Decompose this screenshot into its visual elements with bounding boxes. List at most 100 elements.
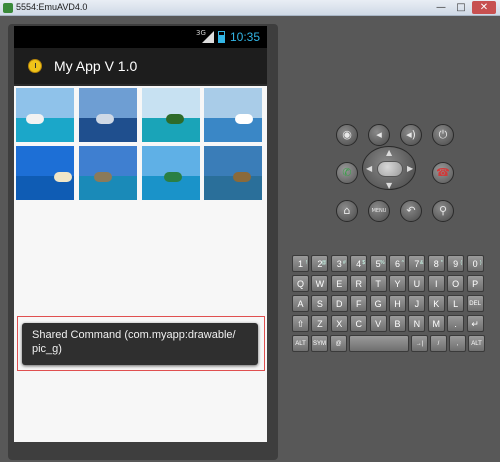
thumbnail-detail xyxy=(166,114,184,124)
power-icon[interactable]: ⏻ xyxy=(432,124,454,146)
menu-icon[interactable]: MENU xyxy=(368,200,390,222)
key-y[interactable]: Y xyxy=(389,275,406,292)
key-alt-symbol: ) xyxy=(479,260,482,266)
battery-icon xyxy=(218,31,225,43)
key-f[interactable]: F xyxy=(350,295,368,312)
dpad-down-icon[interactable]: ▼ xyxy=(386,181,392,190)
maximize-button[interactable]: □ xyxy=(452,1,470,14)
dpad[interactable]: ▲ ▼ ◀ ▶ xyxy=(362,146,416,190)
emulator-window: 5554:EmuAVD4.0 — □ ✕ 3G 10:35 My App V 1… xyxy=(0,0,500,462)
key-2[interactable]: 2 @ xyxy=(311,255,329,272)
key-x[interactable]: @ xyxy=(330,335,347,352)
end-call-icon[interactable]: ☎ xyxy=(432,162,454,184)
key-0[interactable]: 0) xyxy=(466,255,484,272)
window-title: 5554:EmuAVD4.0 xyxy=(16,2,88,12)
signal-icon xyxy=(202,31,214,43)
dpad-center-button[interactable] xyxy=(377,161,403,177)
key-alt-symbol: % xyxy=(380,260,385,266)
key-t[interactable]: T xyxy=(369,275,387,292)
back-icon[interactable]: ↶ xyxy=(400,200,422,222)
key-alt[interactable]: ALT xyxy=(468,335,485,352)
gallery-thumbnail-pic_c[interactable] xyxy=(142,88,200,142)
key-m[interactable]: M xyxy=(427,315,445,332)
action-bar: My App V 1.0 xyxy=(14,48,267,86)
key-7[interactable]: 7 & xyxy=(408,255,426,272)
volume-up-icon[interactable]: ◂) xyxy=(400,124,422,146)
key-x[interactable]: ↵ xyxy=(466,315,484,332)
title-bar: 5554:EmuAVD4.0 — □ ✕ xyxy=(0,0,500,16)
gallery-thumbnail-pic_d[interactable] xyxy=(204,88,262,142)
toast-text: Shared Command (com.myapp:drawable/ pic_… xyxy=(32,329,236,355)
key-sym[interactable]: SYM xyxy=(311,335,328,352)
call-icon[interactable]: ✆ xyxy=(336,162,358,184)
key-u[interactable]: U xyxy=(408,275,426,292)
key-alt[interactable]: ALT xyxy=(292,335,309,352)
key-alt-symbol: # xyxy=(343,260,346,266)
gallery-thumbnail-pic_b[interactable] xyxy=(79,88,137,142)
key-b[interactable]: B xyxy=(389,315,406,332)
dpad-right-icon[interactable]: ▶ xyxy=(407,164,413,173)
key-c[interactable]: C xyxy=(350,315,368,332)
key-w[interactable]: W xyxy=(311,275,329,292)
thumbnail-detail xyxy=(96,114,114,124)
key-v[interactable]: V xyxy=(369,315,387,332)
key-r[interactable]: R xyxy=(350,275,368,292)
key-x[interactable]: / xyxy=(430,335,447,352)
key-k[interactable]: K xyxy=(427,295,445,312)
minimize-button[interactable]: — xyxy=(432,1,450,14)
thumbnail-sky xyxy=(204,88,262,118)
key-3[interactable]: 3 # xyxy=(330,255,348,272)
thumbnail-sky xyxy=(16,88,74,118)
key-a[interactable]: A xyxy=(292,295,309,312)
key-d[interactable]: D xyxy=(330,295,348,312)
key-5[interactable]: 5% xyxy=(369,255,387,272)
key-space[interactable] xyxy=(349,335,409,352)
dpad-up-icon[interactable]: ▲ xyxy=(386,148,392,157)
key-x[interactable]: ⇧ xyxy=(292,315,309,332)
key-i[interactable]: I xyxy=(427,275,445,292)
gallery-thumbnail-pic_f[interactable] xyxy=(79,146,137,200)
key-9[interactable]: 9( xyxy=(447,255,465,272)
gallery-thumbnail-pic_g[interactable] xyxy=(142,146,200,200)
key-alt-symbol: & xyxy=(420,260,424,266)
key-l[interactable]: L xyxy=(447,295,465,312)
key-q[interactable]: Q xyxy=(292,275,309,292)
close-button[interactable]: ✕ xyxy=(472,1,496,14)
clock-icon[interactable] xyxy=(28,59,42,73)
key-e[interactable]: E xyxy=(330,275,348,292)
search-icon[interactable]: ⚲ xyxy=(432,200,454,222)
key-alt-symbol: ! xyxy=(305,260,307,266)
status-time: 10:35 xyxy=(230,30,261,44)
key-del[interactable]: DEL xyxy=(466,295,484,312)
key-alt-symbol: ( xyxy=(460,260,463,266)
thumbnail-sea xyxy=(16,117,74,142)
key-h[interactable]: H xyxy=(389,295,406,312)
key-z[interactable]: Z xyxy=(311,315,329,332)
key-alt-symbol: $ xyxy=(362,260,366,266)
gallery-thumbnail-pic_a[interactable] xyxy=(16,88,74,142)
dpad-left-icon[interactable]: ◀ xyxy=(366,164,372,173)
key-o[interactable]: O xyxy=(447,275,465,292)
gallery-thumbnail-pic_e[interactable] xyxy=(16,146,74,200)
key-xx[interactable]: →| xyxy=(411,335,428,352)
key-8[interactable]: 8 * xyxy=(427,255,445,272)
thumbnail-detail xyxy=(54,172,72,182)
key-alt-symbol: @ xyxy=(321,260,327,266)
key-j[interactable]: J xyxy=(408,295,426,312)
key-x[interactable]: . xyxy=(447,315,465,332)
key-g[interactable]: G xyxy=(369,295,387,312)
home-icon[interactable]: ⌂ xyxy=(336,200,358,222)
app-title: My App V 1.0 xyxy=(54,58,138,74)
key-s[interactable]: S xyxy=(311,295,329,312)
key-n[interactable]: N xyxy=(408,315,426,332)
key-1[interactable]: 1! xyxy=(292,255,309,272)
key-x[interactable]: , xyxy=(449,335,466,352)
key-p[interactable]: P xyxy=(466,275,484,292)
volume-down-icon[interactable]: ◂ xyxy=(368,124,390,146)
gallery-thumbnail-pic_h[interactable] xyxy=(204,146,262,200)
key-6[interactable]: 6 ^ xyxy=(389,255,406,272)
key-4[interactable]: 4 $ xyxy=(350,255,368,272)
thumbnail-detail xyxy=(164,172,182,182)
key-x[interactable]: X xyxy=(330,315,348,332)
camera-icon[interactable]: ◉ xyxy=(336,124,358,146)
